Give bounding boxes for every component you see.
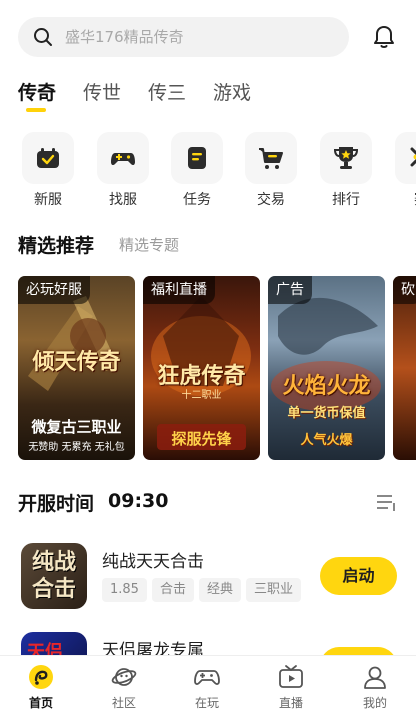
tab-chuanqi[interactable]: 传奇	[18, 80, 56, 106]
banner-title: 倾天传奇	[32, 349, 121, 375]
task-icon	[188, 147, 206, 169]
search-placeholder: 盛华176精品传奇	[65, 28, 184, 46]
banner-tag: 广告	[268, 276, 312, 304]
search-input[interactable]: 盛华176精品传奇	[18, 17, 349, 57]
quick-tile	[395, 132, 416, 184]
tab-chuansan[interactable]: 传三	[148, 80, 186, 106]
game-name: 天侣屠龙专属	[102, 641, 204, 655]
banner-subtitle: 十二职业	[181, 390, 222, 401]
quick-label: 找服	[109, 192, 137, 208]
new-server-icon	[37, 148, 59, 168]
user-icon	[364, 666, 386, 689]
banner-tag: 必玩好服	[18, 276, 90, 304]
quick-actions: 新服 找服 任务 交易 排行	[0, 132, 416, 212]
launch-button[interactable]: 启动	[320, 557, 397, 595]
nav-label: 我的	[362, 696, 387, 710]
quick-tile	[97, 132, 149, 184]
banner-card[interactable]: 福利直播 狂虎传奇 十二职业 探服先锋	[143, 276, 260, 460]
game-row[interactable]: 天侣 天侣屠龙专属	[0, 632, 416, 655]
nav-home[interactable]: 首页	[6, 656, 76, 714]
bottom-nav: 首页 社区 在玩 直播 我的	[0, 655, 416, 714]
quick-tile	[320, 132, 372, 184]
banner-carousel: 必玩好服 倾天传奇 微复古三职业 无赞助 无累充 无礼包 福利直播 狂虎传奇 十…	[0, 276, 416, 460]
nav-live[interactable]: 直播	[256, 656, 326, 714]
tab-youxi[interactable]: 游戏	[213, 80, 251, 106]
nav-label: 直播	[278, 696, 303, 710]
tab-chuanshi[interactable]: 传世	[83, 80, 121, 106]
banner-card[interactable]: 广告 火焰火龙 单一货币保值 人气火爆	[268, 276, 385, 460]
home-icon	[29, 665, 53, 689]
recommend-title[interactable]: 精选推荐	[18, 231, 94, 258]
tv-icon	[279, 665, 303, 688]
banner-title: 火焰火龙	[282, 373, 371, 399]
filter-list-icon[interactable]	[374, 490, 398, 514]
nav-playing[interactable]: 在玩	[172, 656, 242, 714]
search-icon	[34, 28, 52, 46]
game-icon-text: 天侣	[27, 642, 63, 655]
quick-label: 新服	[34, 192, 62, 208]
game-icon: 天侣	[21, 632, 87, 655]
server-time-label: 开服时间	[18, 493, 95, 515]
nav-profile[interactable]: 我的	[340, 656, 410, 714]
bell-icon[interactable]	[371, 24, 397, 50]
banner-tag: 福利直播	[143, 276, 215, 304]
server-time-value: 09:30	[108, 490, 169, 512]
game-tag: 1.85	[102, 578, 147, 602]
launch-button[interactable]	[320, 647, 397, 655]
game-icon-text: 纯战合击	[31, 549, 76, 602]
banner-subtitle: 微复古三职业	[31, 418, 122, 436]
quick-tile	[22, 132, 74, 184]
quick-label: 排行	[332, 192, 360, 208]
game-name: 纯战天天合击	[102, 552, 204, 572]
game-tags: 1.85 合击 经典 三职业	[102, 578, 306, 602]
nav-label: 社区	[111, 696, 136, 710]
game-tag: 三职业	[245, 578, 301, 602]
planet-icon	[111, 668, 137, 686]
recommend-subtitle[interactable]: 精选专题	[119, 234, 179, 255]
quick-label: 任务	[183, 192, 211, 208]
game-icon: 纯战合击	[21, 543, 87, 609]
quick-tile	[245, 132, 297, 184]
partial-icon	[410, 147, 416, 167]
quick-label: 交易	[257, 192, 285, 208]
quick-tile	[171, 132, 223, 184]
game-row[interactable]: 纯战合击 纯战天天合击 1.85 合击 经典 三职业 启动	[0, 543, 416, 623]
gamepad-icon	[111, 153, 135, 166]
nav-community[interactable]: 社区	[89, 656, 159, 714]
quick-label: 赛	[391, 191, 416, 209]
banner-card[interactable]: 砍	[393, 276, 416, 460]
banner-caption: 无赞助 无累充 无礼包	[28, 442, 125, 453]
game-tag: 合击	[151, 578, 194, 602]
search-row: 盛华176精品传奇	[0, 0, 416, 74]
nav-label: 在玩	[194, 696, 219, 710]
banner-caption: 人气火爆	[300, 433, 353, 448]
banner-subtitle: 单一货币保值	[287, 406, 366, 421]
game-tag: 经典	[198, 578, 241, 602]
cart-icon	[259, 148, 283, 169]
banner-tag: 砍	[393, 276, 416, 304]
banner-caption: 探服先锋	[171, 430, 232, 448]
nav-label: 首页	[28, 696, 53, 710]
trophy-icon	[333, 147, 359, 169]
tab-active-indicator	[26, 108, 46, 112]
gamepad-icon	[194, 670, 220, 685]
banner-card[interactable]: 必玩好服 倾天传奇 微复古三职业 无赞助 无累充 无礼包	[18, 276, 135, 460]
